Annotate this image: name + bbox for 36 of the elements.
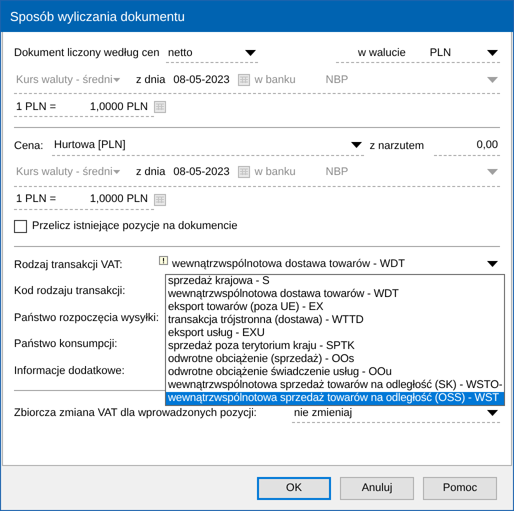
- vat-change-label: Zbiorcza zmiana VAT dla wprowadzonych pozycji:: [14, 407, 258, 420]
- date-label: z dnia: [136, 166, 166, 178]
- bank-label: w banku: [254, 74, 296, 86]
- price-label: Cena:: [14, 140, 44, 152]
- field-label: Państwo konsumpcji:: [14, 338, 118, 350]
- dropdown-option[interactable]: wewnątrzwspólnotowa sprzedaż towarów na odległość (SK) - WSTO-: [166, 378, 504, 392]
- field-label: Państwo rozpoczęcia wysyłki:: [14, 312, 159, 324]
- markup-field[interactable]: 0,00: [434, 136, 500, 156]
- currency-dropdown[interactable]: w walucie PLN: [336, 43, 500, 64]
- calendar-icon[interactable]: [238, 74, 250, 86]
- price-basis-label: Dokument liczony według cen: [14, 47, 161, 60]
- vat-change-dropdown[interactable]: nie zmieniaj: [292, 403, 500, 424]
- date-label: z dnia: [136, 74, 166, 86]
- dropdown-option[interactable]: wewnątrzwspólnotowa sprzedaż towarów na odległość (OSS) - WST: [166, 392, 504, 404]
- field-label: Informacje dodatkowe:: [14, 364, 126, 377]
- field-label: Kod rodzaju transakcji:: [14, 285, 126, 298]
- calculator-icon[interactable]: [154, 101, 166, 114]
- dropdown-arrow-icon[interactable]: [350, 142, 362, 148]
- checkbox-label: Przelicz istniejące pozycje na dokumencie: [32, 220, 238, 232]
- dropdown-arrow-icon[interactable]: [487, 410, 498, 416]
- dropdown-arrow-icon[interactable]: [487, 261, 498, 268]
- dialog-button[interactable]: OK: [257, 476, 331, 500]
- dialog-button[interactable]: Anuluj: [340, 476, 414, 500]
- dropdown-arrow-icon[interactable]: [487, 50, 498, 56]
- calendar-icon[interactable]: [238, 166, 250, 178]
- bank-label: w banku: [254, 166, 296, 178]
- calculator-icon[interactable]: [154, 194, 166, 206]
- field-label: Rodzaj transakcji VAT:: [14, 258, 124, 271]
- dialog-button[interactable]: Pomoc: [423, 476, 497, 500]
- price-dropdown[interactable]: Hurtowa [PLN]: [52, 136, 364, 156]
- markup-label: z narzutem: [370, 140, 424, 152]
- window-title: Sposób wyliczania dokumentu: [1, 1, 513, 32]
- dropdown-arrow-icon[interactable]: [245, 50, 256, 56]
- checkbox[interactable]: [14, 220, 27, 233]
- price-basis-dropdown[interactable]: netto: [166, 43, 258, 64]
- warning-icon: [159, 256, 168, 266]
